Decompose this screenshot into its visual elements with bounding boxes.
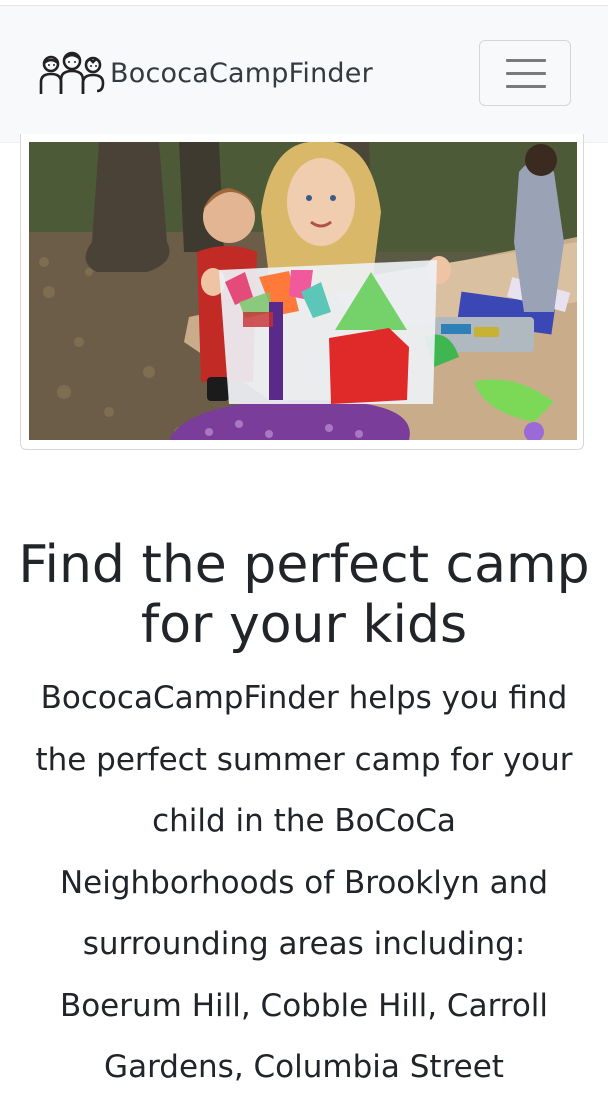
hero-image-card — [20, 134, 584, 450]
hero-description: BococaCampFinder helps you find the perf… — [35, 680, 573, 1085]
navbar: BococaCampFinder — [0, 6, 608, 143]
menu-toggle-button[interactable] — [479, 40, 571, 106]
brand-name: BococaCampFinder — [110, 57, 373, 89]
hero-photo — [29, 142, 577, 440]
hamburger-icon — [506, 59, 546, 89]
hero-title: Find the perfect camp for your kids — [18, 535, 590, 655]
family-icon — [39, 51, 105, 94]
brand-link[interactable]: BococaCampFinder — [38, 50, 373, 96]
